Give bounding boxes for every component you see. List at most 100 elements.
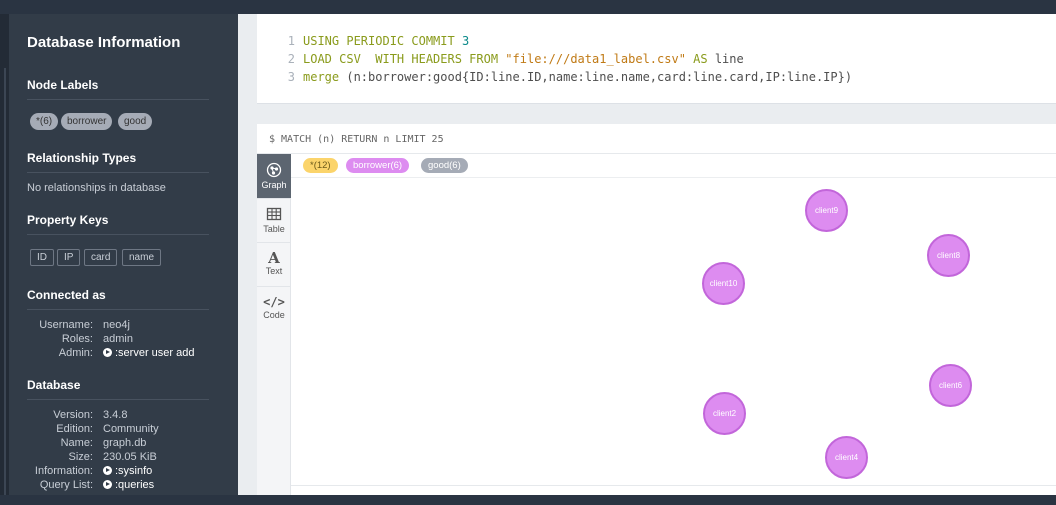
node-label-good[interactable]: good xyxy=(118,113,153,130)
graph-node[interactable]: client9 xyxy=(805,189,848,232)
code-line-2: 2 LOAD CSV WITH HEADERS FROM "file:///dat… xyxy=(257,52,744,66)
roles-row: Roles: admin xyxy=(9,333,229,347)
line-number: 2 xyxy=(287,52,295,66)
username-value: neo4j xyxy=(103,319,130,331)
query-list-row: Query List: :queries xyxy=(9,479,229,493)
graph-node[interactable]: client2 xyxy=(703,392,746,435)
tab-graph[interactable]: Graph xyxy=(257,154,291,198)
node-label-borrower[interactable]: borrower xyxy=(61,113,113,130)
code-keyword: merge xyxy=(303,70,347,84)
edition-label: Edition: xyxy=(56,423,93,435)
property-key-card[interactable]: card xyxy=(84,249,118,266)
database-info-sidebar: Database Information Node Labels *(6) bo… xyxy=(9,14,238,495)
play-icon xyxy=(103,466,112,475)
code-keyword: LOAD CSV WITH HEADERS FROM xyxy=(303,52,506,66)
code-string: "file:///data1_label.csv" xyxy=(505,52,686,66)
admin-label: Admin: xyxy=(58,347,93,359)
graph-node[interactable]: client6 xyxy=(929,364,972,407)
result-query[interactable]: $ MATCH (n) RETURN n LIMIT 25 xyxy=(269,134,444,145)
node-label-all[interactable]: *(6) xyxy=(30,113,59,130)
code-line-1: 1 USING PERIODIC COMMIT 3 xyxy=(257,34,469,48)
version-value: 3.4.8 xyxy=(103,409,128,421)
code-line-3: 3 merge (n:borrower:good{ID:line.ID,name:… xyxy=(257,70,852,84)
bottom-bar xyxy=(0,495,1056,505)
code-icon: </> xyxy=(263,295,285,309)
edition-value: Community xyxy=(103,423,159,435)
line-number: 3 xyxy=(287,70,295,84)
nav-strip-mark xyxy=(4,68,6,498)
code-number: 3 xyxy=(461,34,470,48)
roles-value: admin xyxy=(103,333,133,345)
size-label: Size: xyxy=(68,451,93,463)
username-label: Username: xyxy=(39,319,93,331)
play-icon xyxy=(103,480,112,489)
main-area: 1 USING PERIODIC COMMIT 3 2 LOAD CSV WITH … xyxy=(238,14,1056,495)
database-heading: Database xyxy=(27,378,81,392)
db-name-value: graph.db xyxy=(103,437,147,449)
tab-code-label: Code xyxy=(263,310,285,320)
graph-node[interactable]: client10 xyxy=(702,262,745,305)
label-legend: *(12) borrower(6) good(6) xyxy=(291,154,1056,178)
top-bar xyxy=(0,0,1056,14)
tab-text[interactable]: A Text xyxy=(257,242,291,286)
divider xyxy=(27,399,209,400)
code-keyword: USING PERIODIC COMMIT xyxy=(303,34,462,48)
query-editor[interactable]: 1 USING PERIODIC COMMIT 3 2 LOAD CSV WITH … xyxy=(257,14,1056,104)
divider xyxy=(291,485,1056,486)
line-number: 1 xyxy=(287,34,295,48)
legend-good[interactable]: good(6) xyxy=(421,158,468,173)
result-frame: $ MATCH (n) RETURN n LIMIT 25 Graph Tabl… xyxy=(257,124,1056,495)
graph-icon xyxy=(266,162,282,178)
size-row: Size: 230.05 KiB xyxy=(9,451,229,465)
db-name-label: Name: xyxy=(60,437,93,449)
tab-graph-label: Graph xyxy=(261,180,287,190)
code-plain: (n:borrower:good{ID:line.ID,name:line.na… xyxy=(346,70,853,84)
graph-canvas[interactable]: client9 client8 client10 client6 client2… xyxy=(291,178,1056,485)
graph-node[interactable]: client8 xyxy=(927,234,970,277)
node-labels-heading: Node Labels xyxy=(27,78,99,92)
query-list-label: Query List: xyxy=(39,479,93,491)
property-key-id[interactable]: ID xyxy=(30,249,54,266)
information-row: Information: :sysinfo xyxy=(9,465,229,479)
divider xyxy=(27,99,209,100)
tab-code[interactable]: </> Code xyxy=(257,286,291,330)
tab-table-label: Table xyxy=(263,224,285,234)
queries-text: :queries xyxy=(115,479,155,491)
property-key-ip[interactable]: IP xyxy=(57,249,81,266)
text-icon: A xyxy=(268,249,280,267)
sysinfo-text: :sysinfo xyxy=(115,465,153,477)
property-keys-heading: Property Keys xyxy=(27,213,109,227)
version-label: Version: xyxy=(53,409,93,421)
connected-as-heading: Connected as xyxy=(27,288,106,302)
table-icon xyxy=(266,207,282,221)
legend-borrower[interactable]: borrower(6) xyxy=(346,158,410,173)
admin-row: Admin: :server user add xyxy=(9,347,229,361)
queries-link[interactable]: :queries xyxy=(103,479,154,491)
server-user-add-text: :server user add xyxy=(115,347,195,359)
tab-table[interactable]: Table xyxy=(257,198,291,242)
code-keyword: AS xyxy=(685,52,715,66)
version-row: Version: 3.4.8 xyxy=(9,409,229,423)
information-label: Information: xyxy=(34,465,93,477)
property-key-name[interactable]: name xyxy=(122,249,162,266)
graph-node[interactable]: client4 xyxy=(825,436,868,479)
no-relationships-text: No relationships in database xyxy=(27,182,166,194)
relationship-types-heading: Relationship Types xyxy=(27,151,137,165)
divider xyxy=(27,172,209,173)
legend-all[interactable]: *(12) xyxy=(303,158,338,173)
divider xyxy=(27,234,209,235)
size-value: 230.05 KiB xyxy=(103,451,157,463)
nav-strip xyxy=(0,14,9,498)
result-header: $ MATCH (n) RETURN n LIMIT 25 xyxy=(257,124,1056,154)
roles-label: Roles: xyxy=(61,333,93,345)
view-tabs: Graph Table A Text </> Code xyxy=(257,154,291,495)
code-plain: line xyxy=(714,52,744,66)
sidebar-title: Database Information xyxy=(27,34,181,51)
play-icon xyxy=(103,348,112,357)
server-user-add-link[interactable]: :server user add xyxy=(103,347,194,359)
app-frame: Database Information Node Labels *(6) bo… xyxy=(0,0,1056,505)
divider xyxy=(27,309,209,310)
sysinfo-link[interactable]: :sysinfo xyxy=(103,465,152,477)
tab-text-label: Text xyxy=(265,266,283,276)
edition-row: Edition: Community xyxy=(9,423,229,437)
